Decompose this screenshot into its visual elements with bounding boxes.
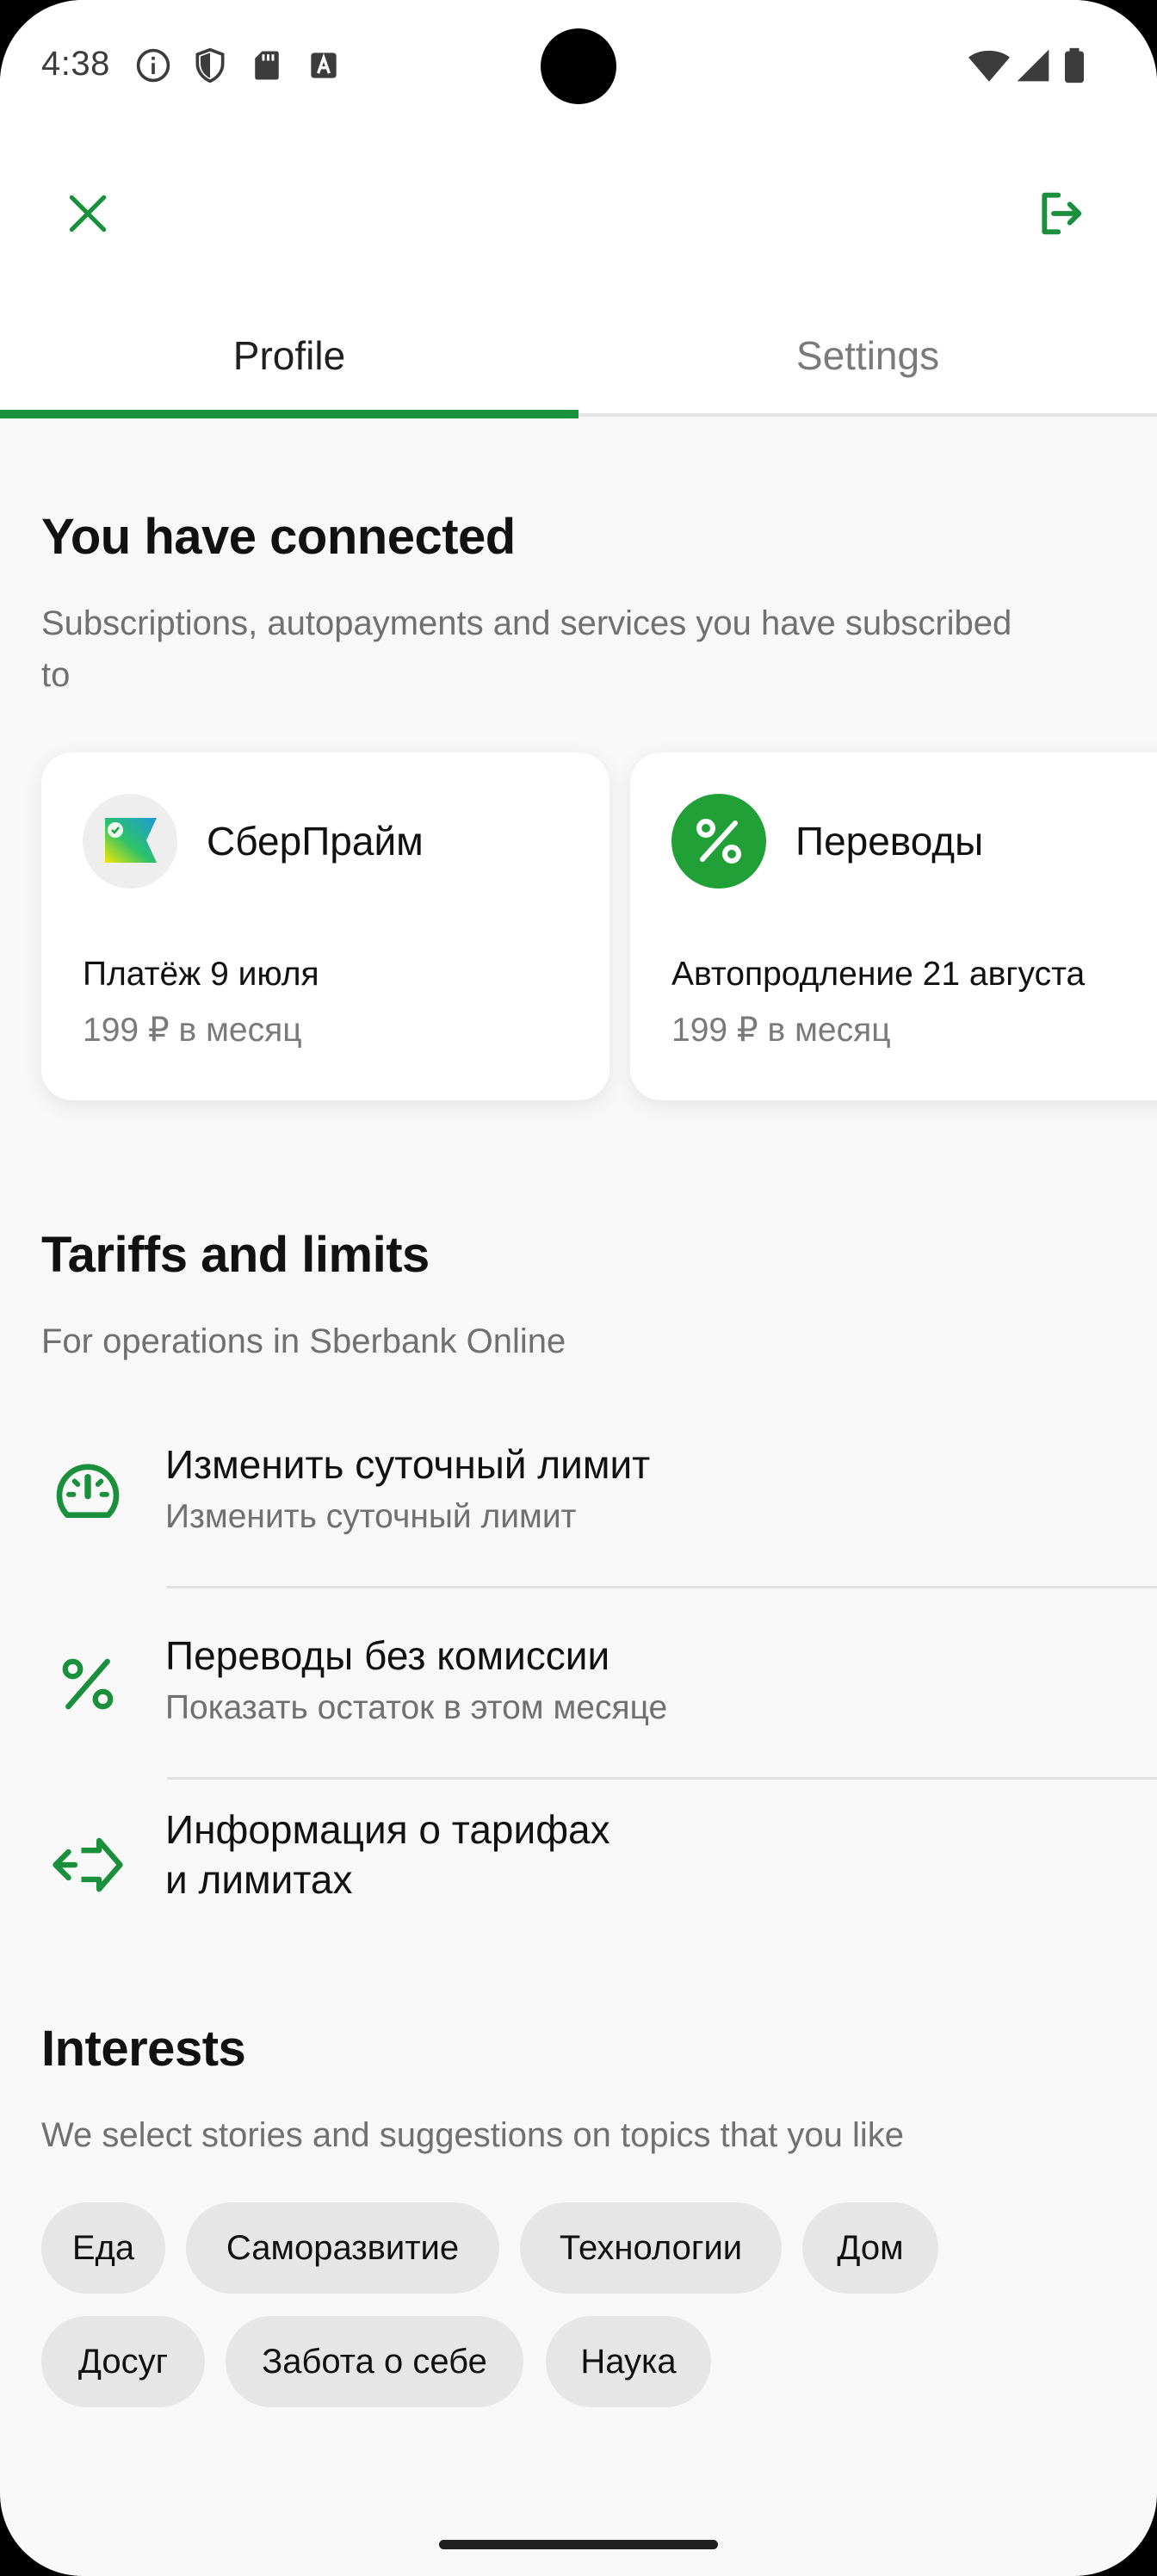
font-icon <box>311 53 337 78</box>
info-icon <box>136 48 170 83</box>
wifi-icon <box>968 50 1010 82</box>
percent-icon <box>46 1643 129 1725</box>
interest-chip[interactable]: Досуг <box>41 2316 205 2407</box>
close-icon <box>69 195 107 232</box>
tab-settings[interactable]: Settings <box>578 303 1157 408</box>
interest-chip[interactable]: Дом <box>802 2202 938 2294</box>
connected-subtitle-line2: to <box>41 656 71 694</box>
card-renewal-date: Автопродление 21 августа <box>671 956 1086 993</box>
tab-active-indicator <box>0 410 578 418</box>
connected-subtitle-line1: Subscriptions, autopayments and services… <box>41 604 1012 642</box>
transfer-arrows-icon <box>46 1824 129 1906</box>
cellular-signal-icon <box>1017 49 1049 82</box>
card-payment-date: Платёж 9 июля <box>83 956 319 993</box>
interest-chip[interactable]: Забота о себе <box>226 2316 523 2407</box>
logout-button[interactable] <box>1019 172 1102 255</box>
divider <box>167 1586 1157 1588</box>
card-price: 199 ₽ в месяц <box>83 1012 302 1049</box>
list-item-subtitle: Изменить суточный лимит <box>165 1498 577 1535</box>
list-item-free-transfers[interactable]: Переводы без комиссии Показать остаток в… <box>0 1620 1157 1775</box>
card-title: СберПрайм <box>207 819 424 864</box>
camera-cutout <box>541 28 616 104</box>
list-item-daily-limit[interactable]: Изменить суточный лимит Изменить суточны… <box>0 1429 1157 1584</box>
interests-title: Interests <box>41 2021 246 2077</box>
percent-badge-icon <box>671 794 766 889</box>
card-title: Переводы <box>795 819 984 864</box>
subscription-card-transfers[interactable]: Переводы Автопродление 21 августа 199 ₽ … <box>630 752 1157 1100</box>
battery-icon <box>1065 47 1084 84</box>
list-item-subtitle: Показать остаток в этом месяце <box>165 1689 668 1726</box>
app-screen: 4:38 Profile Settings You have connected… <box>0 0 1157 2576</box>
home-indicator[interactable] <box>439 2540 718 2549</box>
speedometer-icon <box>46 1452 129 1534</box>
sd-card-icon <box>255 51 279 80</box>
interest-chip[interactable]: Еда <box>41 2202 165 2294</box>
subscription-card-sberprime[interactable]: СберПрайм Платёж 9 июля 199 ₽ в месяц <box>41 752 609 1100</box>
tariffs-title: Tariffs and limits <box>41 1227 430 1283</box>
tab-profile[interactable]: Profile <box>0 303 578 408</box>
list-item-title: Изменить суточный лимит <box>165 1442 651 1487</box>
logout-icon <box>1042 192 1082 235</box>
tariffs-subtitle: For operations in Sberbank Online <box>41 1322 566 1360</box>
card-price: 199 ₽ в месяц <box>671 1012 891 1049</box>
list-item-title-line1: Информация о тарифах <box>165 1807 610 1852</box>
interest-chip[interactable]: Наука <box>546 2316 711 2407</box>
shield-icon <box>195 47 225 84</box>
interest-chip[interactable]: Технологии <box>520 2202 782 2294</box>
interests-subtitle: We select stories and suggestions on top… <box>41 2116 905 2154</box>
close-button[interactable] <box>46 172 129 255</box>
list-item-title-line2: и лимитах <box>165 1857 353 1902</box>
interest-chip[interactable]: Саморазвитие <box>186 2202 499 2294</box>
status-time: 4:38 <box>41 45 110 83</box>
sberprime-logo-icon <box>83 794 177 889</box>
connected-title: You have connected <box>41 509 516 565</box>
list-item-title: Переводы без комиссии <box>165 1633 610 1678</box>
list-item-tariff-info[interactable]: Информация о тарифах и лимитах <box>0 1805 1157 1934</box>
status-bar: 4:38 <box>0 0 1157 129</box>
divider <box>167 1777 1157 1780</box>
